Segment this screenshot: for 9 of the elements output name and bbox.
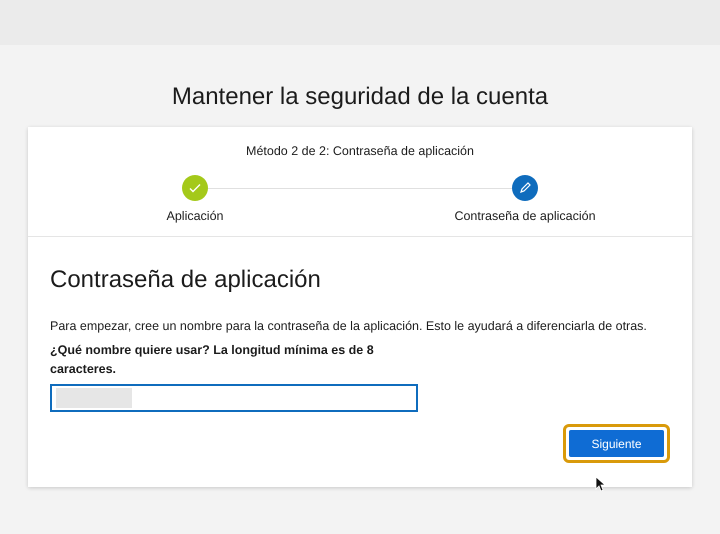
next-button[interactable]: Siguiente <box>569 430 664 458</box>
field-label: ¿Qué nombre quiere usar? La longitud mínima es de 8 caracteres. <box>50 342 375 378</box>
progress-caption: Método 2 de 2: Contraseña de aplicación <box>246 143 474 160</box>
page-title: Mantener la seguridad de la cuenta <box>170 82 550 112</box>
step-label: Aplicación <box>166 208 224 225</box>
intro-text: Para empezar, cree un nombre para la contraseña de la aplicación. Esto le ayudará a diferenciarla de otras. <box>50 318 648 335</box>
step-label: Contraseña de aplicación <box>454 208 596 225</box>
section-heading: Contraseña de aplicación <box>50 264 322 294</box>
name-input-field[interactable] <box>50 384 418 412</box>
